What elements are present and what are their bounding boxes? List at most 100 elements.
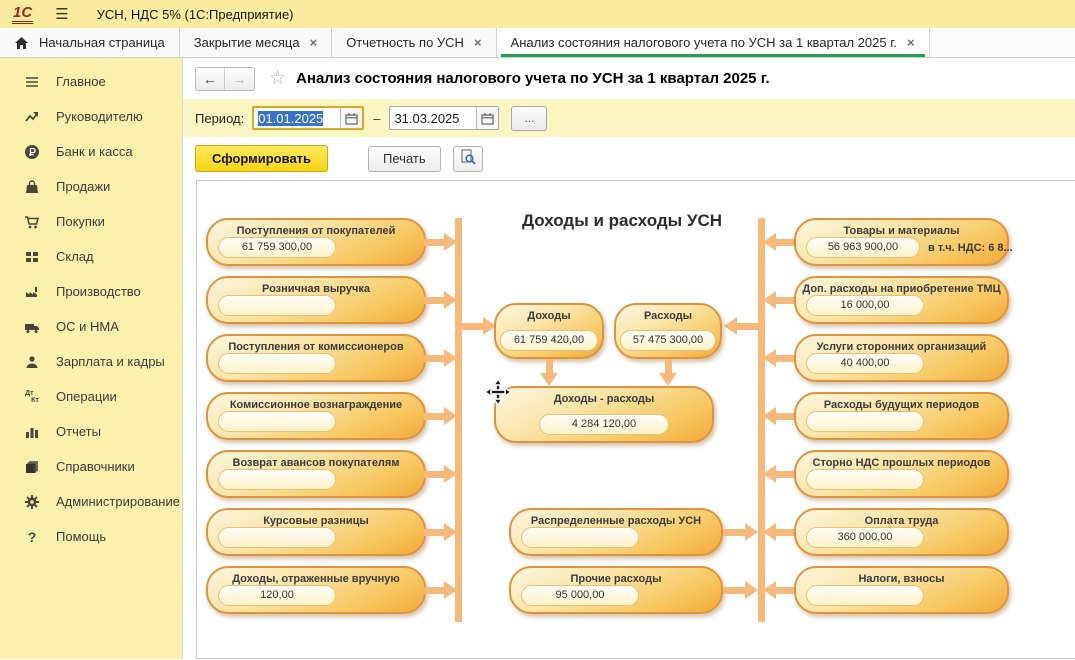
diagram-block-retail-revenue[interactable]: Розничная выручка xyxy=(206,276,426,324)
period-to-value[interactable]: 31.03.2025 xyxy=(390,111,476,126)
1c-logo-icon: 1С xyxy=(12,5,33,24)
flow-arrow xyxy=(424,407,457,425)
page-title: Анализ состояния налогового учета по УСН… xyxy=(296,70,770,87)
diagram-block-income-minus-expenses[interactable]: Доходы - расходы 4 284 120,00 xyxy=(494,386,714,443)
cart-icon xyxy=(20,214,44,230)
diagram-block-third-party-services[interactable]: Услуги сторонних организаций 40 400,00 xyxy=(794,334,1009,382)
value-pill: 95 000,00 xyxy=(521,585,639,606)
sidebar-item-operations[interactable]: ДтКт Операции xyxy=(0,379,182,414)
diagram-title: Доходы и расходы УСН xyxy=(487,211,757,231)
diagram-block-commission-fee[interactable]: Комиссионное вознаграждение xyxy=(206,392,426,440)
sidebar-item-sales[interactable]: Продажи xyxy=(0,169,182,204)
main-menu-icon[interactable]: ☰ xyxy=(55,5,68,23)
value-pill xyxy=(218,295,336,316)
flow-arrow xyxy=(763,465,794,483)
period-from-value[interactable]: 01.01.2025 xyxy=(258,111,323,126)
gear-icon xyxy=(20,494,44,510)
diagram-block-income[interactable]: Доходы 61 759 420,00 xyxy=(494,303,604,359)
value-pill: 56 963 900,00 xyxy=(806,237,920,258)
sidebar-item-purchases[interactable]: Покупки xyxy=(0,204,182,239)
move-cursor-icon xyxy=(483,377,513,410)
generate-button[interactable]: Сформировать xyxy=(195,145,328,172)
diagram-block-receipts-from-buyers[interactable]: Поступления от покупателей 61 759 300,00 xyxy=(206,218,426,266)
print-button[interactable]: Печать xyxy=(368,146,441,172)
ruble-icon xyxy=(20,144,44,160)
value-pill xyxy=(218,469,336,490)
back-button[interactable]: ← xyxy=(196,68,225,90)
close-icon[interactable]: × xyxy=(310,35,318,50)
sidebar-item-warehouse[interactable]: Склад xyxy=(0,239,182,274)
truck-icon xyxy=(20,319,44,335)
flow-arrow xyxy=(763,407,794,425)
close-icon[interactable]: × xyxy=(474,35,482,50)
value-pill xyxy=(521,527,639,548)
sidebar-item-manager[interactable]: Руководителю xyxy=(0,99,182,134)
tab-home[interactable]: Начальная страница xyxy=(0,28,180,57)
flow-arrow xyxy=(724,317,758,335)
flow-arrow xyxy=(723,581,758,599)
value-pill: 4 284 120,00 xyxy=(539,414,669,435)
period-more-button[interactable]: ... xyxy=(511,106,547,131)
tab-month-closing[interactable]: Закрытие месяца × xyxy=(180,28,332,57)
window-titlebar: 1С ☰ УСН, НДС 5% (1С:Предприятие) xyxy=(0,0,1075,28)
diagram-block-vat-reversal[interactable]: Сторно НДС прошлых периодов xyxy=(794,450,1009,498)
diagram-block-manual-income[interactable]: Доходы, отраженные вручную 120,00 xyxy=(206,566,426,614)
value-pill xyxy=(806,469,924,490)
period-to-field[interactable]: 31.03.2025 xyxy=(389,106,499,130)
flow-arrow xyxy=(763,581,794,599)
diagram-block-receipts-from-commissioners[interactable]: Поступления от комиссионеров xyxy=(206,334,426,382)
sidebar-item-production[interactable]: Производство xyxy=(0,274,182,309)
close-icon[interactable]: × xyxy=(907,35,915,50)
tab-usn-analysis[interactable]: Анализ состояния налогового учета по УСН… xyxy=(497,28,930,57)
period-dash: – xyxy=(373,111,380,126)
flow-arrow xyxy=(462,317,496,335)
value-pill xyxy=(218,353,336,374)
main-area: ← → ☆ Анализ состояния налогового учета … xyxy=(183,58,1075,659)
tab-usn-reporting[interactable]: Отчетность по УСН × xyxy=(332,28,496,57)
flow-arrow-down xyxy=(540,359,558,386)
sidebar-item-bank-cash[interactable]: Банк и касса xyxy=(0,134,182,169)
sidebar-item-directories[interactable]: Справочники xyxy=(0,449,182,484)
diagram-block-advance-returns[interactable]: Возврат авансов покупателям xyxy=(206,450,426,498)
grid-icon xyxy=(20,249,44,265)
sidebar-item-salary-hr[interactable]: Зарплата и кадры xyxy=(0,344,182,379)
bag-icon xyxy=(20,179,44,195)
report-header-row: ← → ☆ Анализ состояния налогового учета … xyxy=(183,58,1075,99)
nav-button-group: ← → xyxy=(195,67,255,91)
forward-button[interactable]: → xyxy=(225,68,254,90)
diagram-block-exchange-differences[interactable]: Курсовые разницы xyxy=(206,508,426,556)
sidebar-item-administration[interactable]: Администрирование xyxy=(0,484,182,519)
period-row: Период: 01.01.2025 – 31.03.2025 ... xyxy=(183,99,1075,137)
flow-arrow xyxy=(763,233,794,251)
value-pill xyxy=(218,527,336,548)
person-icon xyxy=(20,354,44,370)
value-pill xyxy=(806,411,924,432)
diagram-block-goods-materials[interactable]: Товары и материалы 56 963 900,00 в т.ч. … xyxy=(794,218,1009,266)
sidebar-item-fixed-assets[interactable]: ОС и НМА xyxy=(0,309,182,344)
sidebar-item-reports[interactable]: Отчеты xyxy=(0,414,182,449)
sidebar-item-help[interactable]: ? Помощь xyxy=(0,519,182,554)
diagram-block-payroll[interactable]: Оплата труда 360 000,00 xyxy=(794,508,1009,556)
value-pill: 120,00 xyxy=(218,585,336,606)
diagram-block-additional-tmc-expenses[interactable]: Доп. расходы на приобретение ТМЦ 16 000,… xyxy=(794,276,1009,324)
value-pill: 360 000,00 xyxy=(806,527,924,548)
diagram-block-expenses[interactable]: Расходы 57 475 300,00 xyxy=(614,303,722,359)
tab-label: Анализ состояния налогового учета по УСН… xyxy=(511,35,897,50)
print-preview-button[interactable] xyxy=(453,146,483,172)
diagram-block-deferred-expenses[interactable]: Расходы будущих периодов xyxy=(794,392,1009,440)
diagram-block-distributed-usn-expenses[interactable]: Распределенные расходы УСН xyxy=(509,508,723,556)
calendar-icon[interactable] xyxy=(476,107,498,129)
period-from-field[interactable]: 01.01.2025 xyxy=(252,106,364,130)
favorite-star-icon[interactable]: ☆ xyxy=(269,67,286,90)
diagram-block-taxes-contributions[interactable]: Налоги, взносы xyxy=(794,566,1009,614)
tab-bar: Начальная страница Закрытие месяца × Отч… xyxy=(0,28,1075,58)
flow-arrow xyxy=(763,349,794,367)
bar-chart-icon xyxy=(20,424,44,440)
vat-note: в т.ч. НДС: 6 8... xyxy=(928,242,1013,254)
flow-arrow xyxy=(763,523,794,541)
sidebar-item-main[interactable]: Главное xyxy=(0,64,182,99)
diagram-block-other-expenses[interactable]: Прочие расходы 95 000,00 xyxy=(509,566,723,614)
calendar-icon[interactable] xyxy=(340,108,362,128)
flow-arrow xyxy=(424,581,457,599)
flow-arrow xyxy=(763,291,794,309)
